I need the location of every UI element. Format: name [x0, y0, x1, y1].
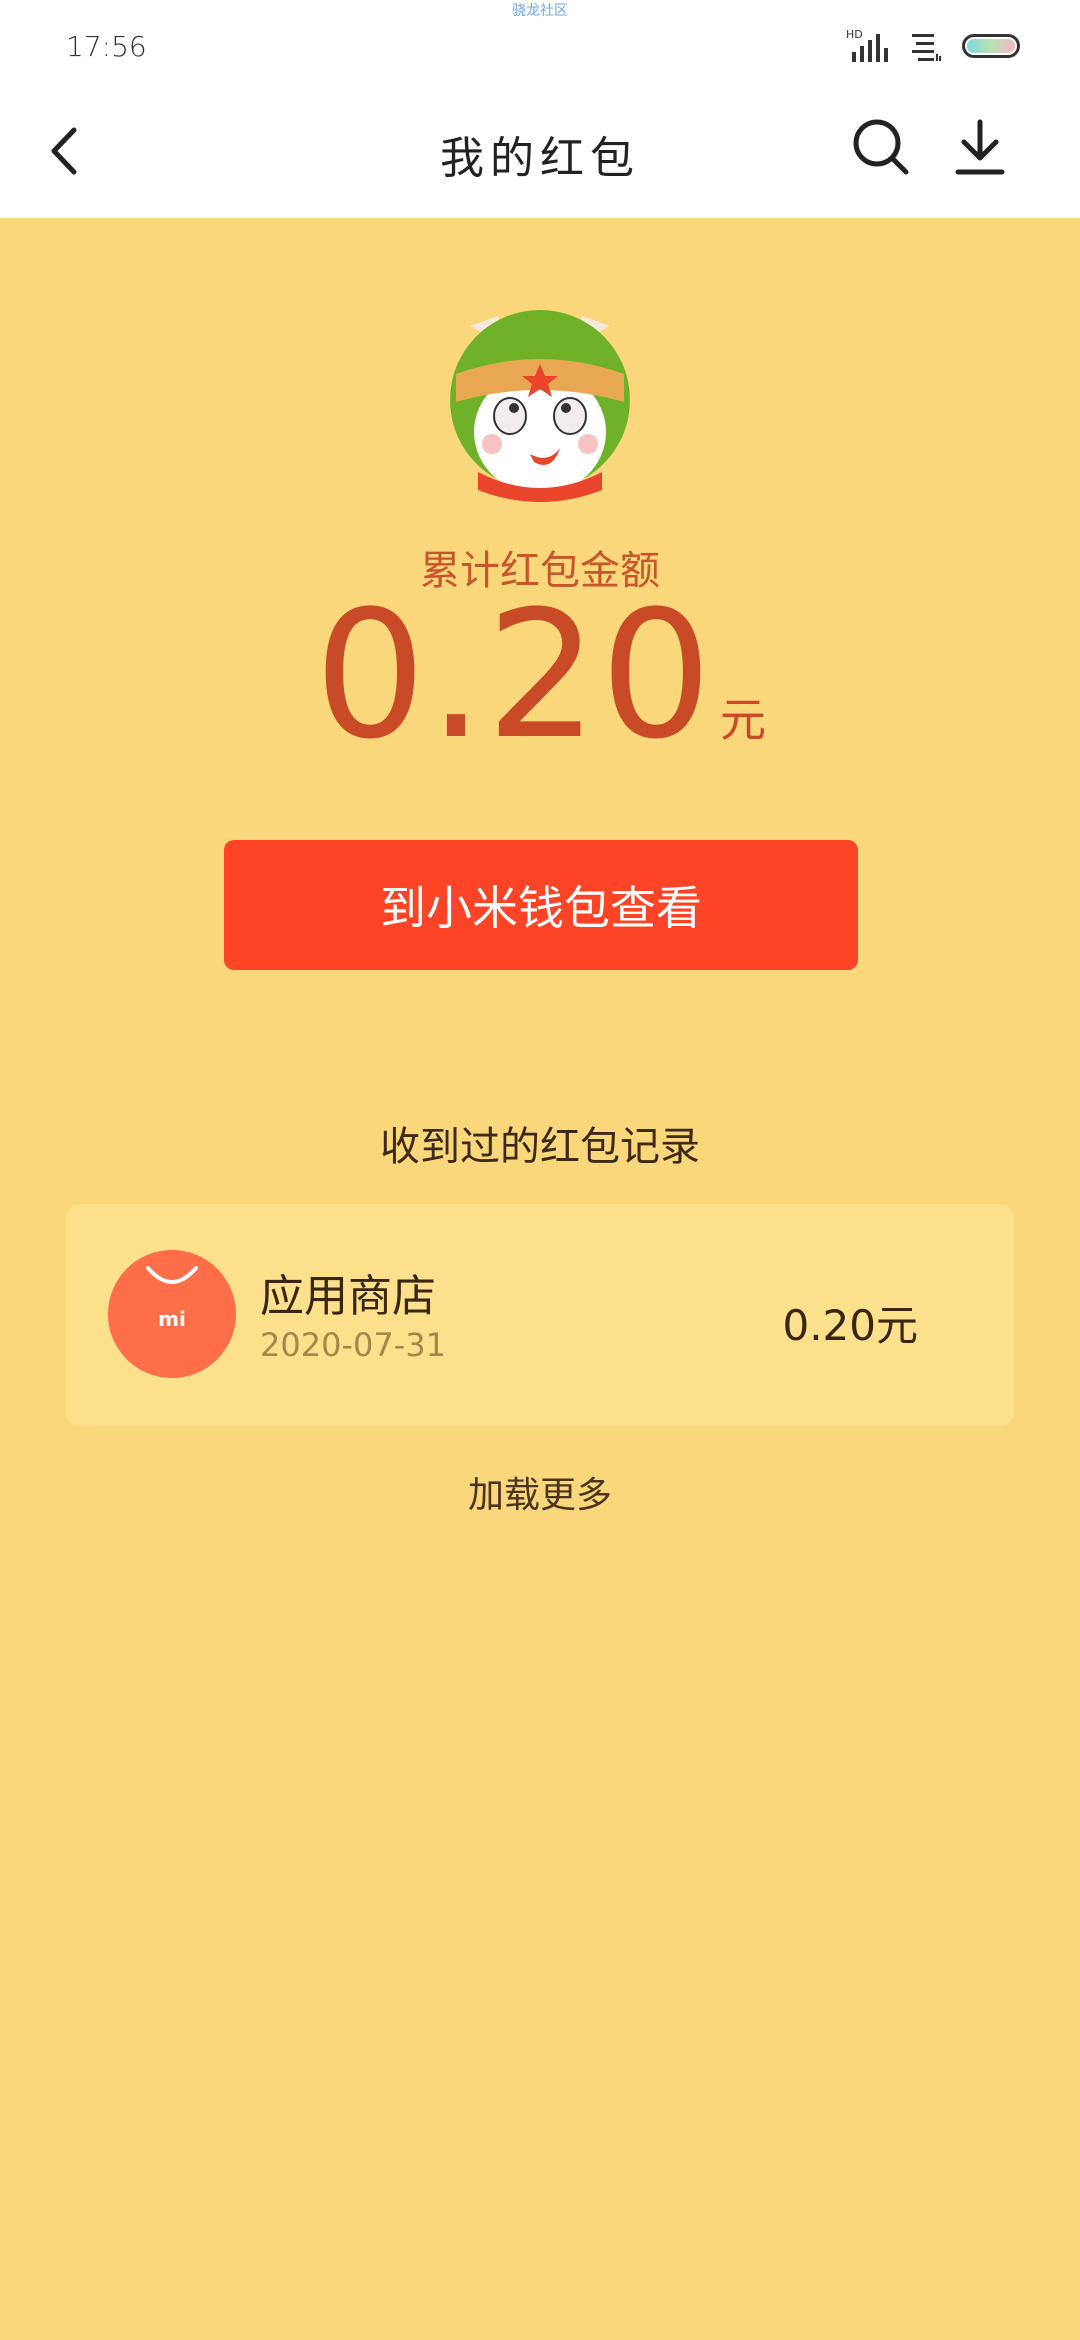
app-store-icon: mi: [108, 1250, 236, 1378]
cellular-signal-icon: HD: [846, 28, 888, 62]
view-in-mi-wallet-button[interactable]: 到小米钱包查看: [224, 840, 858, 970]
record-date: 2020-07-31: [260, 1326, 446, 1364]
records-section-title: 收到过的红包记录: [380, 1124, 700, 1170]
record-amount: 0.20元: [782, 1301, 918, 1350]
battery-level: [967, 39, 1015, 53]
search-icon[interactable]: [850, 116, 912, 178]
record-item-app-store[interactable]: mi 应用商店 2020-07-31 0.20元: [66, 1204, 1014, 1426]
nav-bar: 我的红包: [0, 86, 1080, 218]
status-time: 17:56: [66, 30, 147, 63]
mitu-mascot-avatar: [450, 310, 630, 502]
total-amount-value: 0.20: [314, 573, 714, 778]
status-icons: HD: [846, 26, 1020, 66]
data-activity-icon: [912, 34, 941, 61]
battery-icon: [962, 34, 1020, 58]
network-label: HD: [846, 28, 863, 41]
status-bar: 骁龙社区 17:56 HD: [0, 0, 1080, 86]
total-amount-unit: 元: [719, 693, 766, 747]
page-title: 我的红包: [440, 133, 640, 184]
status-watermark: 骁龙社区: [512, 3, 568, 19]
main-content: 累计红包金额 0.20 元 到小米钱包查看 收到过的红包记录 mi 应用商店 2…: [0, 218, 1080, 2340]
record-source-name: 应用商店: [260, 1271, 436, 1322]
total-amount: 0.20 元: [0, 588, 1080, 764]
download-icon[interactable]: [950, 114, 1010, 180]
load-more-button[interactable]: 加载更多: [0, 1466, 1080, 1518]
app-store-icon-text: mi: [158, 1307, 186, 1331]
